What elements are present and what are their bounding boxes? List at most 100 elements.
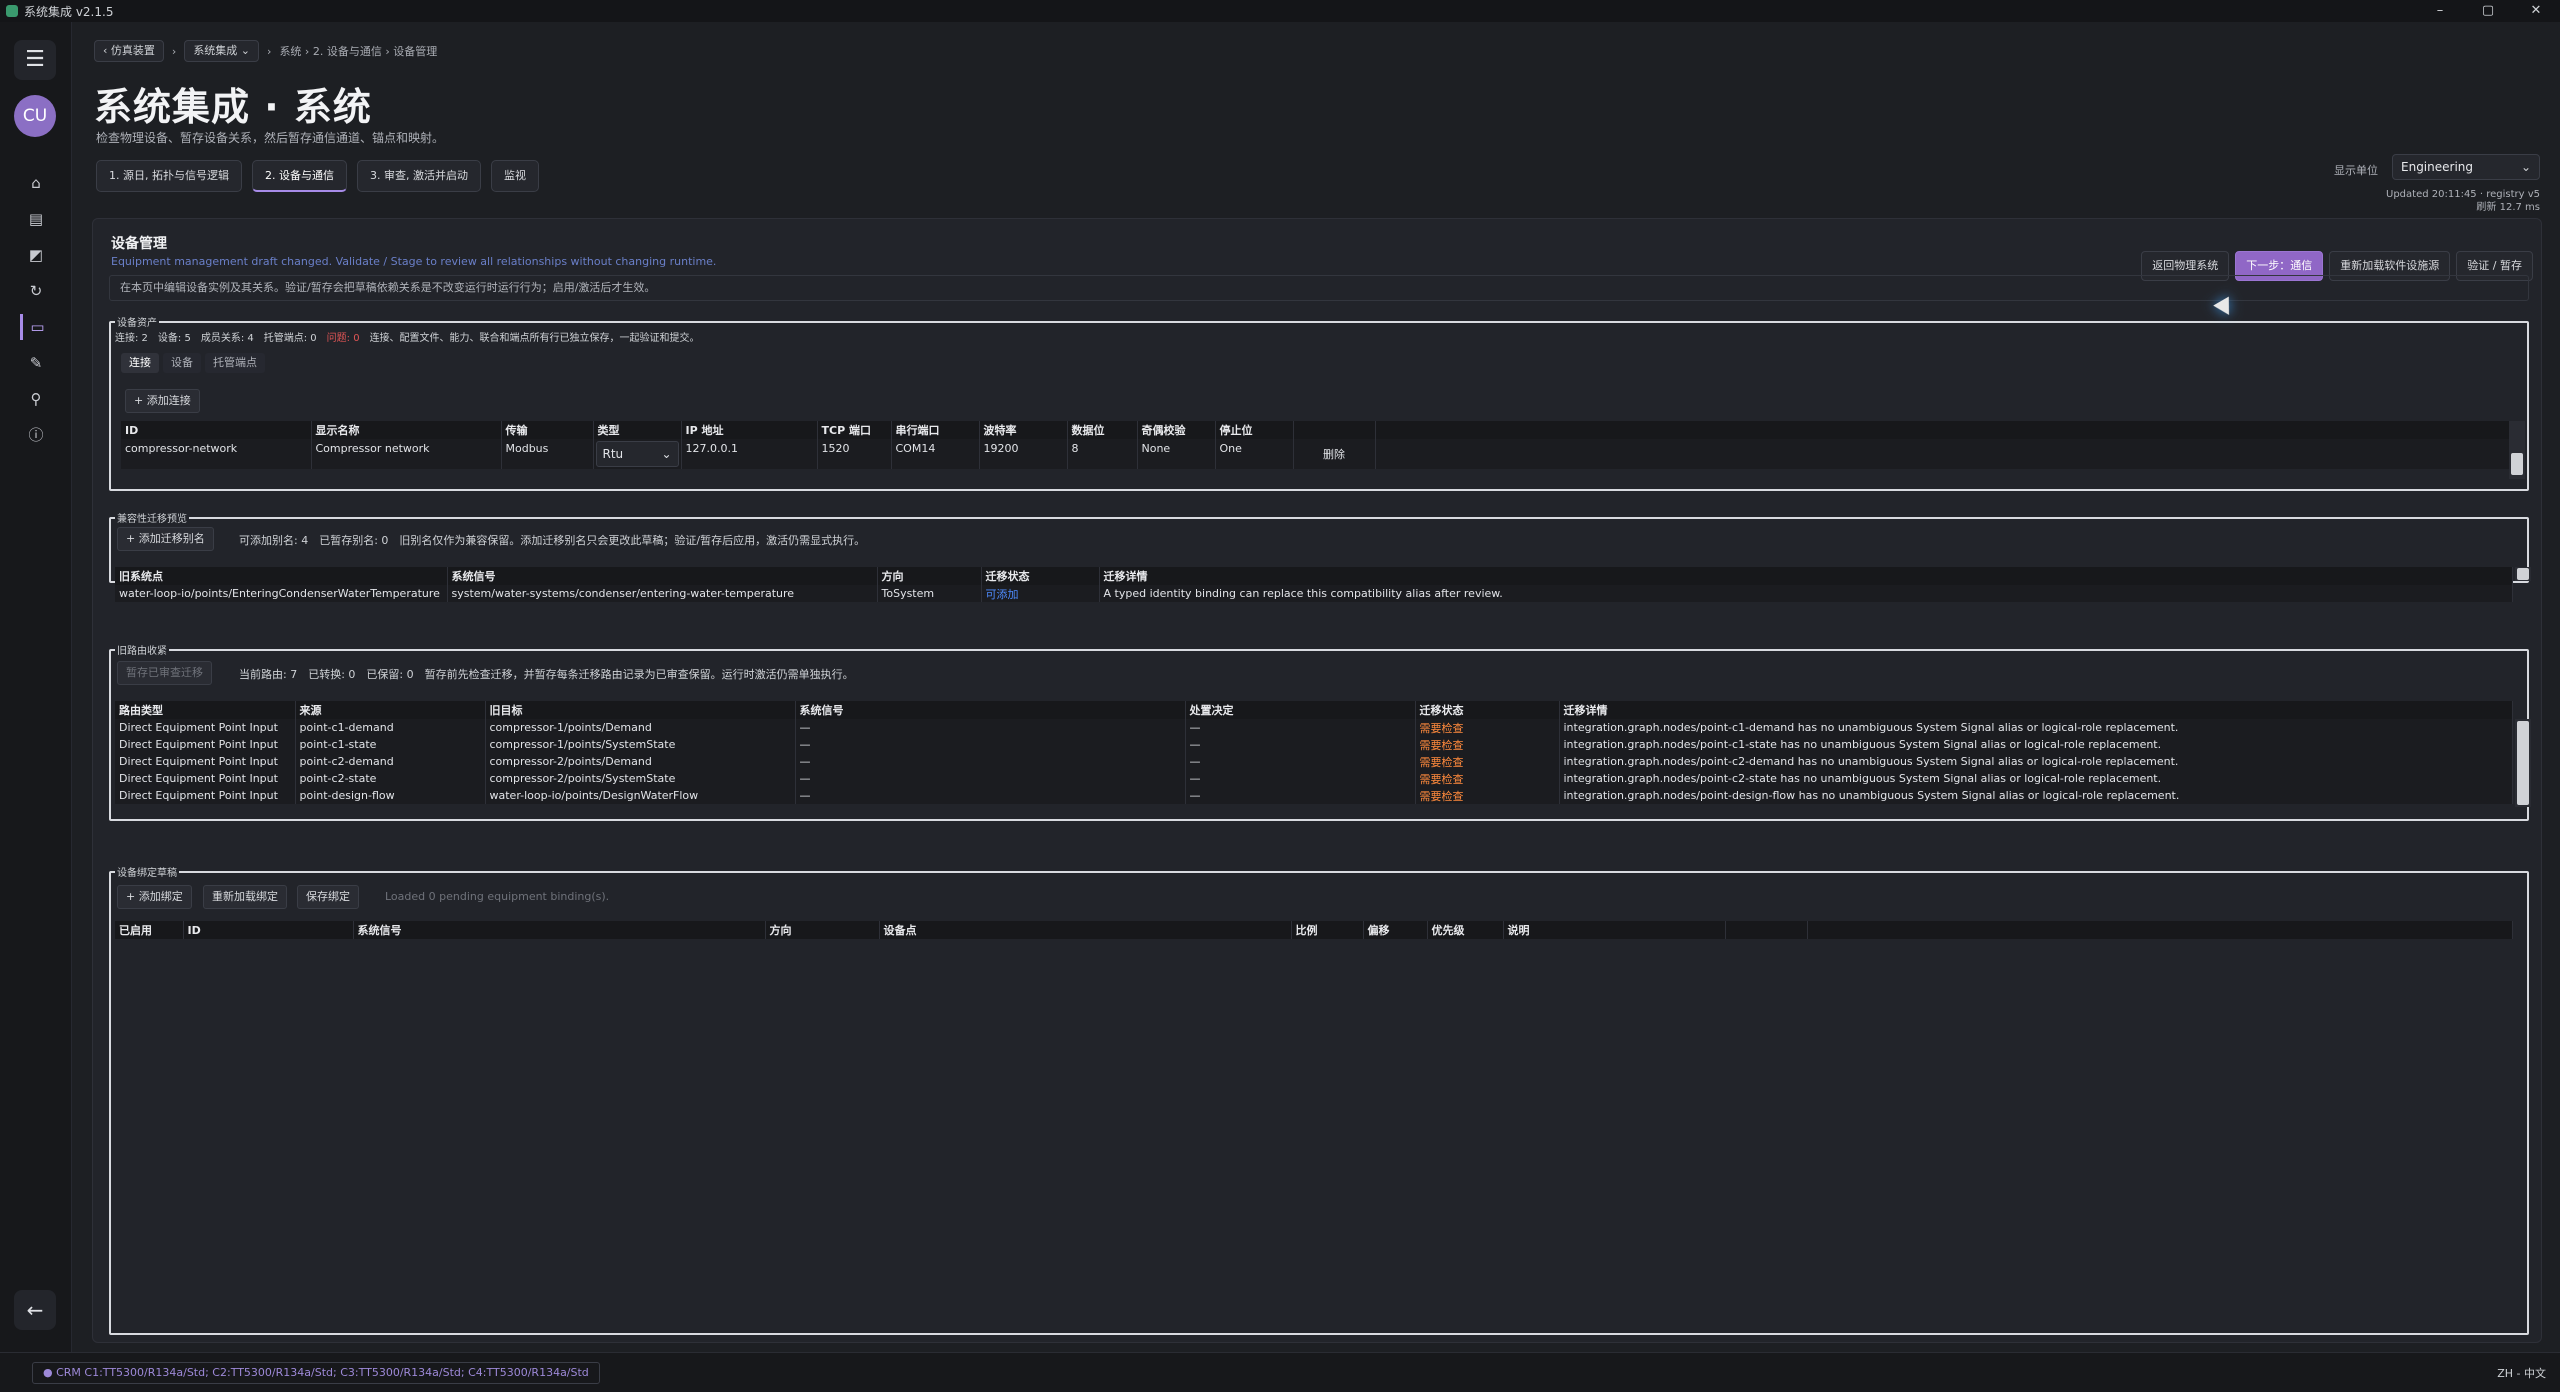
section-legend: 设备绑定草稿	[115, 864, 179, 879]
scrollbar[interactable]	[2509, 421, 2525, 479]
breadcrumb-back-button[interactable]: ‹ 仿真装置	[94, 40, 164, 62]
delete-button[interactable]: 删除	[1293, 439, 1376, 469]
tcp-port-field[interactable]: 1520	[817, 439, 892, 469]
column-header: 旧系统点	[115, 567, 448, 585]
connection-id-field[interactable]: compressor-network	[121, 439, 312, 469]
table-row[interactable]: Direct Equipment Point Input point-c1-sta…	[115, 736, 2513, 753]
column-header: 显示名称	[311, 421, 502, 439]
panel-title: 设备管理	[111, 236, 167, 252]
column-header	[1725, 921, 1808, 939]
display-unit-select[interactable]: Engineering ⌄	[2392, 154, 2540, 180]
step-1-tab[interactable]: 1. 源日, 拓扑与信号逻辑	[96, 160, 242, 192]
step-2-tab[interactable]: 2. 设备与通信	[251, 160, 347, 192]
type-select[interactable]: Rtu ⌄	[595, 441, 679, 467]
update-info: Updated 20:11:45 · registry v5 刷新 12.7 m…	[2386, 188, 2540, 214]
route-decision[interactable]: —	[1185, 736, 1416, 753]
tab-connections[interactable]: 连接	[121, 353, 159, 373]
route-type: Direct Equipment Point Input	[115, 770, 296, 787]
wrench-icon[interactable]: ⚲	[20, 386, 52, 412]
step-3-tab[interactable]: 3. 审查, 激活并启动	[356, 160, 481, 192]
route-source: point-c2-state	[295, 770, 486, 787]
route-signal: —	[795, 719, 1186, 736]
table-row[interactable]: water-loop-io/points/EnteringCondenserWa…	[115, 585, 2513, 602]
scrollbar[interactable]	[2515, 719, 2531, 807]
equipment-icon[interactable]: ▭	[20, 314, 52, 340]
route-detail: integration.graph.nodes/point-c1-state h…	[1559, 736, 2513, 753]
column-header: TCP 端口	[817, 421, 892, 439]
route-status: 需要检查	[1415, 736, 1560, 753]
column-header: IP 地址	[681, 421, 818, 439]
routes-stats: 当前路由: 7 已转换: 0 已保留: 0 暂存前先检查迁移，并暂存每条迁移路由…	[239, 668, 854, 681]
back-arrow-icon[interactable]: ←	[14, 1290, 56, 1330]
table-row[interactable]: Direct Equipment Point Input point-design…	[115, 787, 2513, 804]
column-header: 类型	[593, 421, 682, 439]
maximize-icon[interactable]: ▢	[2464, 0, 2512, 22]
column-header: 优先级	[1427, 921, 1504, 939]
connections-table: ID 显示名称 传输 类型 IP 地址 TCP 端口 串行端口 波特率 数据位 …	[121, 421, 2511, 469]
display-name-field[interactable]: Compressor network	[311, 439, 502, 469]
column-header: 奇偶校验	[1137, 421, 1216, 439]
table-header-row: ID 显示名称 传输 类型 IP 地址 TCP 端口 串行端口 波特率 数据位 …	[121, 421, 2511, 439]
reload-bindings-button[interactable]: 重新加载绑定	[203, 885, 287, 909]
minimize-icon[interactable]: –	[2416, 0, 2464, 22]
add-migration-alias-button[interactable]: + 添加迁移别名	[117, 527, 214, 551]
column-header: 方向	[765, 921, 880, 939]
route-detail: integration.graph.nodes/point-c2-state h…	[1559, 770, 2513, 787]
status-bar: ● CRM C1:TT5300/R134a/Std; C2:TT5300/R13…	[0, 1352, 2560, 1392]
column-header: 串行端口	[891, 421, 980, 439]
baud-rate-field[interactable]: 19200	[979, 439, 1068, 469]
display-unit-value: Engineering	[2401, 160, 2473, 174]
route-status: 需要检查	[1415, 787, 1560, 804]
stage-reviewed-button[interactable]: 暂存已审查迁移	[117, 661, 212, 685]
table-row: compressor-network Compressor network Mo…	[121, 439, 2511, 469]
migration-status[interactable]: 可添加	[981, 585, 1100, 602]
info-note: 在本页中编辑设备实例及其关系。验证/暂存会把草稿依赖关系是不改变运行时运行行为；…	[109, 275, 2529, 301]
route-decision[interactable]: —	[1185, 753, 1416, 770]
add-connection-button[interactable]: + 添加连接	[125, 389, 200, 413]
migration-detail: A typed identity binding can replace thi…	[1099, 585, 2513, 602]
route-decision[interactable]: —	[1185, 787, 1416, 804]
chart-icon[interactable]: ◩	[20, 242, 52, 268]
tab-devices[interactable]: 设备	[163, 353, 201, 373]
home-icon[interactable]: ⌂	[20, 170, 52, 196]
save-bindings-button[interactable]: 保存绑定	[297, 885, 359, 909]
table-row[interactable]: Direct Equipment Point Input point-c1-dem…	[115, 719, 2513, 736]
add-binding-button[interactable]: + 添加绑定	[117, 885, 192, 909]
column-header: ID	[183, 921, 354, 939]
tab-hosted-endpoints[interactable]: 托管端点	[205, 353, 265, 373]
document-icon[interactable]: ▤	[20, 206, 52, 232]
table-row[interactable]: Direct Equipment Point Input point-c2-dem…	[115, 753, 2513, 770]
info-icon[interactable]: ⓘ	[20, 422, 52, 448]
monitor-tab[interactable]: 监视	[490, 160, 539, 192]
scrollbar[interactable]	[2515, 567, 2531, 581]
breadcrumb-separator: ›	[171, 44, 177, 58]
app-icon	[6, 5, 18, 17]
column-header: 旧目标	[485, 701, 796, 719]
language-indicator[interactable]: ZH - 中文	[2497, 1365, 2546, 1381]
crm-status[interactable]: ● CRM C1:TT5300/R134a/Std; C2:TT5300/R13…	[32, 1362, 600, 1384]
pen-icon[interactable]: ✎	[20, 350, 52, 376]
route-decision[interactable]: —	[1185, 719, 1416, 736]
legacy-routes-section: 旧路由收紧 暂存已审查迁移 当前路由: 7 已转换: 0 已保留: 0 暂存前先…	[109, 642, 2531, 821]
parity-field[interactable]: None	[1137, 439, 1216, 469]
refresh-time: 刷新 12.7 ms	[2476, 202, 2540, 213]
close-icon[interactable]: ✕	[2512, 0, 2560, 22]
serial-port-field[interactable]: COM14	[891, 439, 980, 469]
history-icon[interactable]: ↻	[20, 278, 52, 304]
breadcrumb-current-dropdown[interactable]: 系统集成 ⌄	[184, 40, 260, 62]
avatar[interactable]: CU	[14, 95, 56, 137]
route-type: Direct Equipment Point Input	[115, 736, 296, 753]
nav-rail: ☰ CU ⌂ ▤ ◩ ↻ ▭ ✎ ⚲ ⓘ ←	[0, 22, 72, 1352]
ip-address-field[interactable]: 127.0.0.1	[681, 439, 818, 469]
stop-bits-field[interactable]: One	[1215, 439, 1294, 469]
column-header: 设备点	[879, 921, 1292, 939]
device-stats: 连接: 2 设备: 5 成员关系: 4 托管端点: 0 问题: 0 连接、配置文…	[115, 329, 700, 344]
chevron-down-icon: ⌄	[661, 447, 672, 461]
menu-icon[interactable]: ☰	[14, 40, 56, 80]
transport-field[interactable]: Modbus	[501, 439, 594, 469]
table-row[interactable]: Direct Equipment Point Input point-c2-sta…	[115, 770, 2513, 787]
route-decision[interactable]: —	[1185, 770, 1416, 787]
data-bits-field[interactable]: 8	[1067, 439, 1138, 469]
route-status: 需要检查	[1415, 719, 1560, 736]
stats-counts: 连接: 2 设备: 5 成员关系: 4 托管端点: 0	[115, 333, 317, 344]
